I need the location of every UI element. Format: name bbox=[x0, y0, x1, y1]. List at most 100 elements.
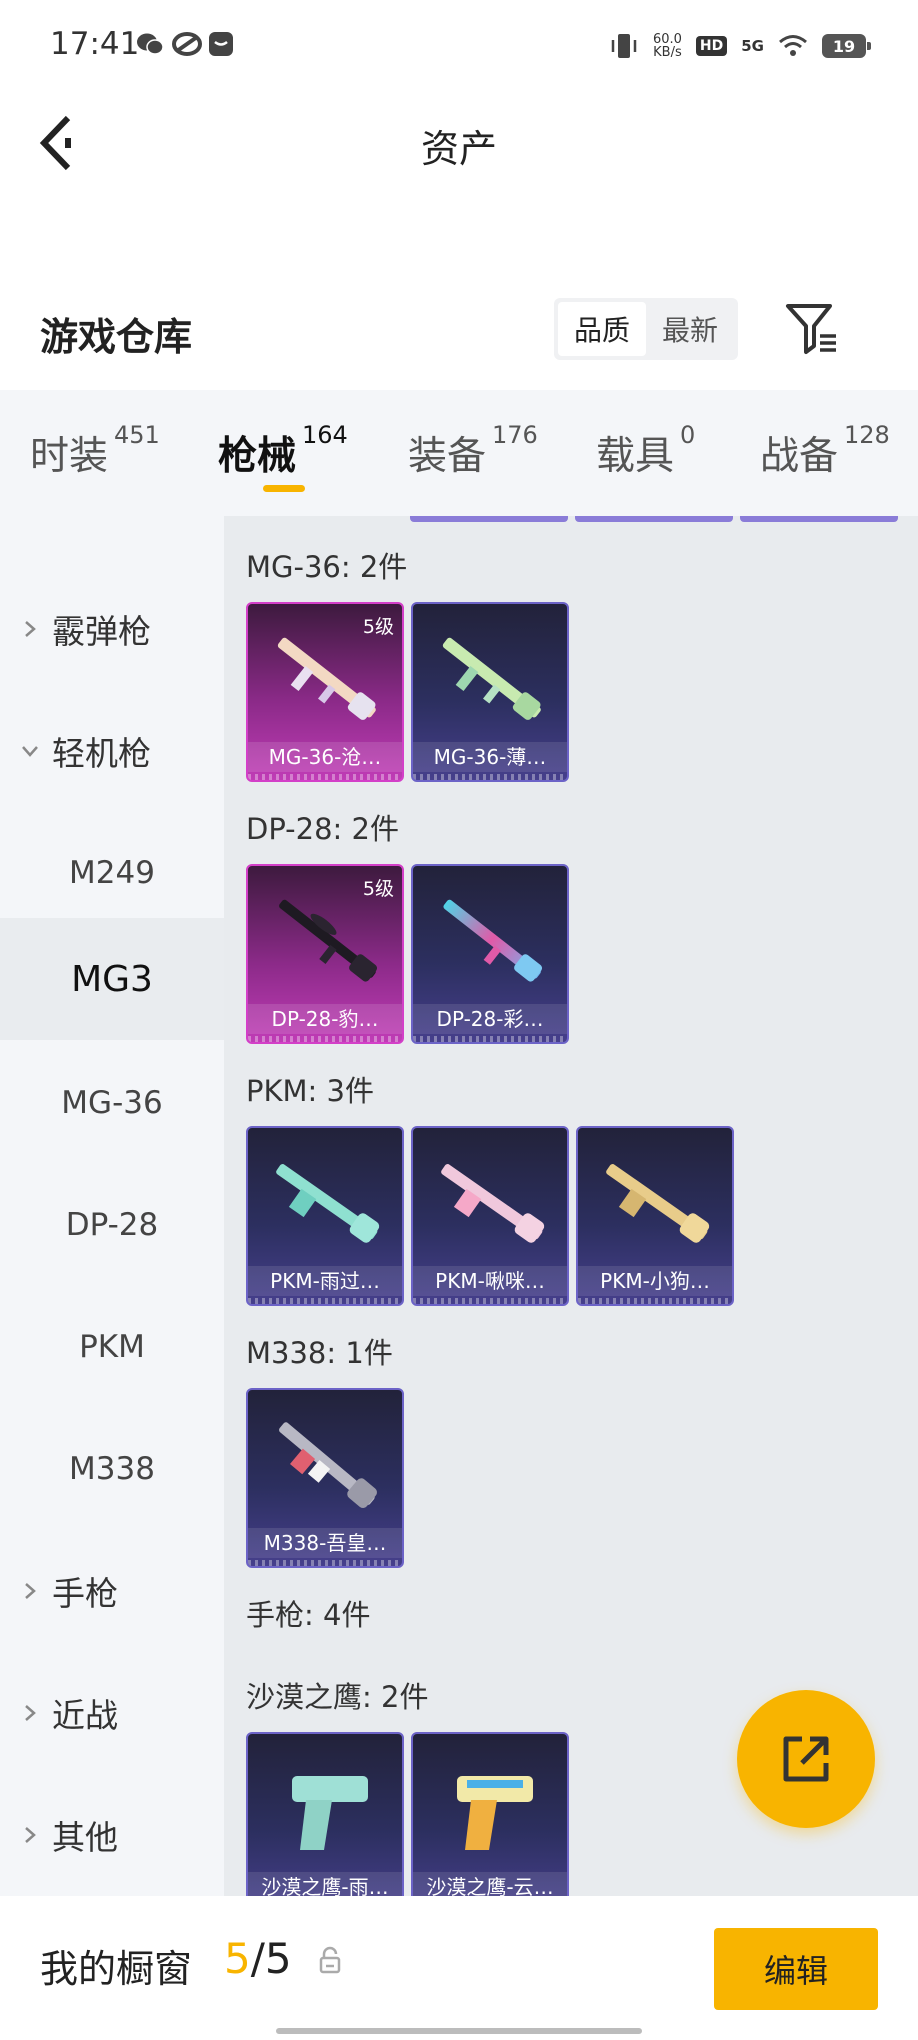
card-stripe bbox=[248, 1560, 402, 1566]
sidebar-item-m338[interactable]: M338 bbox=[0, 1408, 224, 1530]
card-stripe bbox=[413, 1036, 567, 1042]
item-name: 沙漠之鹰-雨… bbox=[248, 1872, 402, 1896]
group-label: MG-36: 2件 bbox=[246, 550, 408, 584]
group-label: PKM: 3件 bbox=[246, 1074, 374, 1108]
tab-label: 装备 bbox=[408, 434, 487, 479]
share-button[interactable] bbox=[737, 1690, 875, 1828]
sidebar-item-label: M249 bbox=[69, 855, 155, 891]
group-label: 手枪: 4件 bbox=[246, 1598, 371, 1632]
group-label: M338: 1件 bbox=[246, 1336, 393, 1370]
tab-count: 0 bbox=[680, 421, 696, 449]
tab-equipment[interactable]: 装备 176 bbox=[408, 421, 538, 481]
item-card[interactable]: 5级 DP-28-豹… bbox=[246, 864, 404, 1044]
item-card[interactable]: M338-吾皇… bbox=[246, 1388, 404, 1568]
card-stripe bbox=[248, 1298, 402, 1304]
rifle-icon bbox=[276, 1164, 380, 1243]
sidebar-group-melee[interactable]: 近战 bbox=[0, 1652, 224, 1774]
sidebar-item-label: 轻机枪 bbox=[52, 734, 151, 773]
card-stripe bbox=[248, 1036, 402, 1042]
sidebar-item-dp28[interactable]: DP-28 bbox=[0, 1164, 224, 1286]
rifle-icon bbox=[441, 1164, 545, 1243]
sidebar-item-label: 手枪 bbox=[52, 1574, 118, 1613]
tab-guns[interactable]: 枪械 164 bbox=[218, 421, 348, 481]
rifle-icon bbox=[442, 637, 541, 720]
status-time: 17:41 bbox=[50, 26, 140, 62]
card-stripe bbox=[578, 1298, 732, 1304]
item-card[interactable]: PKM-小狗… bbox=[576, 1126, 734, 1306]
filter-icon[interactable] bbox=[784, 300, 840, 356]
rifle-icon bbox=[606, 1164, 710, 1243]
tab-count: 176 bbox=[492, 421, 538, 449]
item-card[interactable]: DP-28-彩… bbox=[411, 864, 569, 1044]
sidebar-item-mg3[interactable]: MG3 bbox=[0, 918, 224, 1040]
chevron-right-icon bbox=[25, 621, 36, 637]
tab-fashion[interactable]: 时装 451 bbox=[30, 421, 160, 481]
sidebar-group-lmg[interactable]: 轻机枪 bbox=[0, 690, 224, 812]
item-name: MG-36-薄… bbox=[413, 742, 567, 772]
group-label: DP-28: 2件 bbox=[246, 812, 399, 846]
share-external-icon bbox=[783, 1736, 829, 1782]
tab-battle-gear[interactable]: 战备 128 bbox=[760, 421, 890, 481]
sidebar-item-label: M338 bbox=[69, 1451, 155, 1487]
chevron-right-icon bbox=[25, 1583, 36, 1599]
sidebar-item-label: 霰弹枪 bbox=[52, 612, 151, 651]
tab-label: 时装 bbox=[30, 434, 109, 479]
wifi-icon bbox=[779, 35, 807, 56]
item-card[interactable]: MG-36-薄… bbox=[411, 602, 569, 782]
chevron-down-icon bbox=[22, 746, 38, 757]
sidebar-item-label: 其他 bbox=[52, 1818, 118, 1857]
net-speed: 60.0 KB/s bbox=[653, 33, 682, 59]
showcase-label: 我的橱窗 bbox=[40, 1947, 193, 1991]
rifle-icon bbox=[279, 1422, 377, 1509]
net-speed-unit: KB/s bbox=[653, 45, 682, 60]
sidebar-item-m249[interactable]: M249 bbox=[0, 812, 224, 934]
sidebar-group-shotgun[interactable]: 霰弹枪 bbox=[0, 568, 224, 690]
active-tab-indicator bbox=[263, 485, 305, 492]
item-card[interactable]: 5级 MG-36-沧… bbox=[246, 602, 404, 782]
item-card[interactable]: PKM-雨过… bbox=[246, 1126, 404, 1306]
tab-label: 枪械 bbox=[218, 434, 297, 479]
wechat-icon bbox=[137, 33, 164, 55]
edit-button[interactable]: 编辑 bbox=[714, 1928, 878, 2010]
showcase-current: 5 bbox=[224, 1934, 251, 1983]
warehouse-title: 游戏仓库 bbox=[40, 315, 193, 359]
tab-count: 128 bbox=[844, 421, 890, 449]
sidebar-item-pkm[interactable]: PKM bbox=[0, 1286, 224, 1408]
card-edge bbox=[410, 516, 568, 522]
status-right: 60.0 KB/s HD 5G 19 bbox=[609, 26, 871, 66]
sidebar-group-other[interactable]: 其他 bbox=[0, 1774, 224, 1896]
home-indicator[interactable] bbox=[276, 2028, 642, 2034]
sort-toggle: 品质 最新 bbox=[554, 298, 738, 360]
status-bar: 17:41 60.0 KB/s HD 5G 19 bbox=[0, 0, 918, 92]
lock-icon bbox=[319, 1946, 341, 1974]
app-page: 17:41 60.0 KB/s HD 5G 19 资产 游戏仓库 品质 最新 时… bbox=[0, 0, 918, 2040]
card-stripe bbox=[413, 774, 567, 780]
sort-newest-button[interactable]: 最新 bbox=[646, 302, 734, 356]
group-label: 沙漠之鹰: 2件 bbox=[246, 1680, 429, 1714]
vibrate-icon bbox=[611, 34, 637, 58]
item-name: PKM-雨过… bbox=[248, 1266, 402, 1296]
pistol-icon bbox=[292, 1776, 368, 1850]
tab-count: 164 bbox=[302, 421, 348, 449]
card-edge bbox=[575, 516, 733, 522]
sidebar-item-label: MG-36 bbox=[61, 1085, 163, 1121]
item-name: M338-吾皇… bbox=[248, 1528, 402, 1558]
hd-badge: HD bbox=[695, 36, 728, 56]
sidebar-item-label: 近战 bbox=[52, 1696, 118, 1735]
rifle-icon bbox=[277, 637, 376, 720]
chevron-right-icon bbox=[25, 1827, 36, 1843]
sidebar-group-pistol[interactable]: 手枪 bbox=[0, 1530, 224, 1652]
showcase-bar: 我的橱窗 5/5 编辑 bbox=[0, 1896, 918, 2040]
item-card[interactable]: 沙漠之鹰-云… bbox=[411, 1732, 569, 1896]
item-card[interactable]: PKM-啾咪… bbox=[411, 1126, 569, 1306]
battery-level: 19 bbox=[832, 36, 856, 56]
sort-quality-button[interactable]: 品质 bbox=[558, 302, 646, 356]
chevron-right-icon bbox=[25, 1705, 36, 1721]
item-card[interactable]: 沙漠之鹰-雨… bbox=[246, 1732, 404, 1896]
app-icon bbox=[172, 32, 202, 56]
tab-label: 载具 bbox=[596, 434, 675, 479]
item-name: PKM-小狗… bbox=[578, 1266, 732, 1296]
message-icon bbox=[209, 32, 233, 56]
tab-vehicles[interactable]: 载具 0 bbox=[596, 421, 695, 481]
sidebar-item-mg36[interactable]: MG-36 bbox=[0, 1042, 224, 1164]
